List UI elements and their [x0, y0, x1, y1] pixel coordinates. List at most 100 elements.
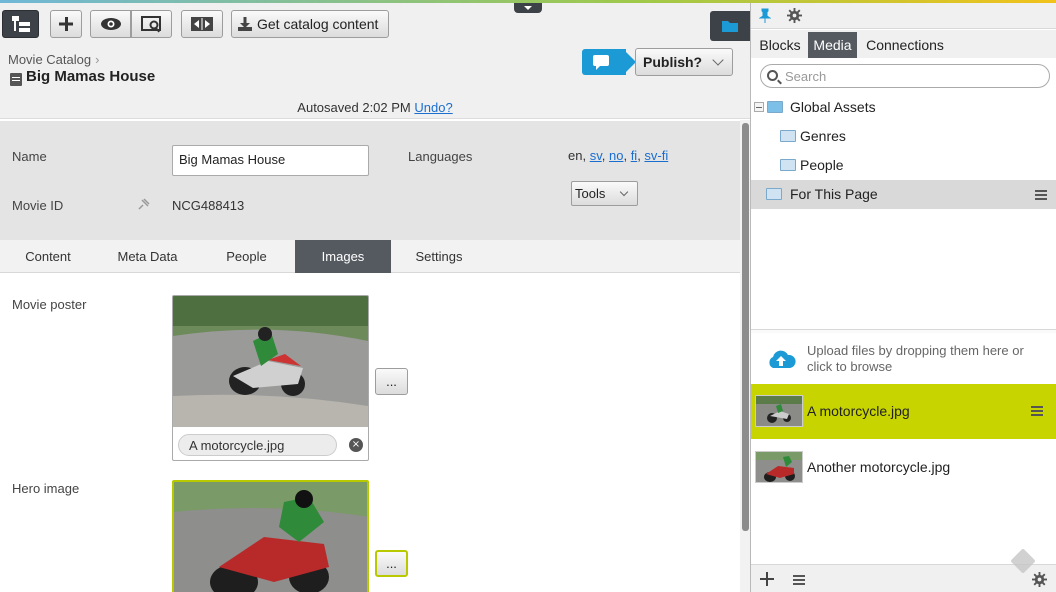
name-field[interactable]: Big Mamas House	[172, 145, 369, 176]
page-icon	[10, 73, 22, 86]
tree-item-global-assets[interactable]: Global Assets	[751, 93, 1056, 122]
media-item[interactable]: Another motorcycle.jpg	[751, 440, 1056, 495]
language-link-sv[interactable]: sv	[590, 148, 602, 163]
pin-icon[interactable]	[137, 197, 151, 211]
tab-settings[interactable]: Settings	[391, 240, 487, 273]
pane-footer	[751, 564, 1056, 592]
plus-icon[interactable]	[760, 572, 774, 586]
media-item-name: A motorcycle.jpg	[807, 403, 910, 419]
folder-icon	[722, 21, 738, 32]
tree-item-people[interactable]: People	[751, 151, 1056, 180]
preview-button[interactable]	[90, 10, 131, 38]
assets-pane-toggle[interactable]	[710, 11, 750, 41]
movie-poster-label: Movie poster	[12, 297, 87, 312]
upload-text: Upload files by dropping them here or cl…	[807, 343, 1024, 374]
assets-pane: Blocks Media Connections Search Global A…	[750, 3, 1056, 592]
navigation-tree-button[interactable]	[2, 10, 39, 38]
undo-link[interactable]: Undo?	[414, 100, 452, 115]
editor-toolbar: Get catalog content	[0, 3, 750, 43]
get-catalog-content-button[interactable]: Get catalog content	[231, 10, 389, 38]
tree-label: People	[800, 157, 844, 173]
media-thumbnail	[755, 451, 803, 483]
movie-poster-card[interactable]: A motorcycle.jpg ×	[172, 295, 369, 461]
languages-label: Languages	[408, 149, 473, 164]
tree-label: For This Page	[790, 186, 878, 202]
media-item-name: Another motorcycle.jpg	[807, 459, 951, 475]
context-menu-icon[interactable]	[1035, 190, 1047, 200]
folder-icon	[780, 159, 796, 171]
breadcrumb[interactable]: Movie Catalog ›	[8, 52, 99, 67]
caret-down-icon	[524, 6, 532, 10]
hero-image-card[interactable]	[172, 480, 369, 592]
context-menu-icon[interactable]	[1031, 406, 1043, 416]
get-catalog-label: Get catalog content	[257, 16, 379, 32]
collapse-icon[interactable]	[754, 102, 764, 112]
breadcrumb-item[interactable]: Movie Catalog	[8, 52, 91, 67]
toolbar-dropdown-toggle[interactable]	[514, 3, 542, 13]
hero-image-label: Hero image	[12, 481, 80, 496]
images-tab-content: Movie poster A motorcycle.jpg × ... Hero…	[0, 274, 740, 592]
folder-icon	[766, 188, 782, 200]
pin-icon[interactable]	[759, 8, 771, 24]
media-item[interactable]: A motorcycle.jpg	[751, 384, 1056, 439]
chevron-right-icon: ›	[95, 52, 100, 67]
autosave-text: Autosaved 2:02 PM	[297, 100, 411, 115]
tree-item-for-this-page[interactable]: For This Page	[751, 180, 1056, 209]
tree-label: Genres	[800, 128, 846, 144]
pane-tabs: Blocks Media Connections	[751, 30, 1056, 58]
motorcycle-image	[174, 482, 367, 592]
tab-content[interactable]: Content	[0, 240, 96, 273]
poster-file-chip: A motorcycle.jpg	[178, 434, 337, 456]
chevron-down-icon	[619, 187, 629, 197]
movie-id-value: NCG488413	[172, 198, 245, 213]
global-folder-icon	[767, 101, 783, 113]
chevron-down-icon	[712, 54, 724, 66]
tools-dropdown[interactable]: Tools	[571, 181, 638, 206]
editor-scrollbar-thumb[interactable]	[742, 123, 749, 531]
eye-icon	[100, 18, 121, 30]
tree-icon	[11, 16, 30, 32]
screen-search-icon	[140, 16, 161, 33]
current-language: en,	[568, 148, 587, 163]
page-header: Movie Catalog › Big Mamas House Publish? …	[0, 43, 750, 119]
compare-icon	[191, 17, 213, 31]
tab-images[interactable]: Images	[295, 240, 391, 273]
view-settings-button[interactable]	[131, 10, 172, 38]
pane-header	[751, 3, 1056, 29]
tab-blocks[interactable]: Blocks	[753, 32, 807, 58]
list-menu-icon[interactable]	[793, 575, 805, 585]
autosave-status: Autosaved 2:02 PM Undo?	[0, 100, 750, 115]
plus-icon	[59, 17, 73, 31]
media-thumbnail	[755, 395, 803, 427]
language-link-no[interactable]: no	[609, 148, 623, 163]
editor-tabs: Content Meta Data People Images Settings	[0, 240, 740, 273]
browse-hero-button[interactable]: ...	[375, 550, 408, 577]
search-input[interactable]: Search	[760, 64, 1050, 88]
properties-panel: Name Big Mamas House Movie ID NCG488413 …	[0, 121, 740, 240]
gear-icon[interactable]	[1032, 572, 1047, 587]
download-icon	[238, 17, 252, 31]
motorcycle-image	[173, 296, 368, 427]
name-label: Name	[12, 149, 47, 164]
language-link-sv-fi[interactable]: sv-fi	[644, 148, 668, 163]
tab-media[interactable]: Media	[808, 32, 857, 58]
language-link-fi[interactable]: fi	[631, 148, 638, 163]
gear-icon[interactable]	[787, 8, 802, 23]
comments-button[interactable]	[582, 49, 636, 75]
tree-item-genres[interactable]: Genres	[751, 122, 1056, 151]
movie-id-label: Movie ID	[12, 198, 64, 213]
compare-button[interactable]	[181, 10, 223, 38]
search-icon	[767, 70, 778, 81]
upload-dropzone[interactable]: Upload files by dropping them here or cl…	[751, 333, 1056, 383]
tab-connections[interactable]: Connections	[862, 32, 948, 58]
publish-button[interactable]: Publish?	[635, 48, 733, 76]
tab-meta-data[interactable]: Meta Data	[100, 240, 195, 273]
remove-icon[interactable]: ×	[349, 438, 363, 452]
tools-label: Tools	[575, 186, 606, 201]
editor-area: Get catalog content Movie Catalog › Big M…	[0, 3, 750, 592]
page-title: Big Mamas House	[26, 68, 156, 85]
add-button[interactable]	[50, 10, 82, 38]
tab-people[interactable]: People	[199, 240, 294, 273]
browse-poster-button[interactable]: ...	[375, 368, 408, 395]
tree-label: Global Assets	[790, 99, 876, 115]
